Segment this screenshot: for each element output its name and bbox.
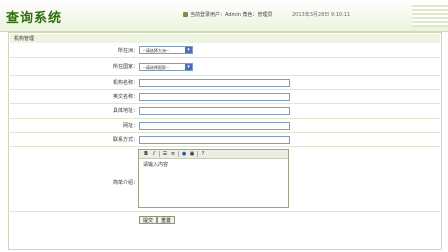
continent-select-value: --请选择大洲-- <box>143 48 169 53</box>
chevron-down-icon[interactable]: ▾ <box>185 47 192 53</box>
editor-toolbar: B I ☰ ≡ ● ▣ ? <box>139 150 288 159</box>
row-website: 网址： <box>10 119 440 133</box>
country-select-value: --请选择国家-- <box>143 65 169 70</box>
reset-button[interactable]: 重置 <box>157 216 176 224</box>
help-icon[interactable]: ? <box>200 151 206 157</box>
continent-label: 所在洲： <box>117 48 138 54</box>
row-contact: 联系方式： <box>10 133 440 147</box>
website-input[interactable] <box>139 122 290 130</box>
italic-icon[interactable]: I <box>151 151 157 157</box>
unordered-list-icon[interactable]: ≡ <box>170 151 176 157</box>
top-header: 查询系统 当前登录用户：Admin 角色：管理员 2013年3月28日 9:10… <box>0 0 448 32</box>
toolbar-divider <box>159 151 160 157</box>
english-name-label: 英文名称： <box>112 94 138 100</box>
row-country: 所在国家： --请选择国家-- ▾ <box>10 58 440 76</box>
contact-input[interactable] <box>139 136 290 144</box>
form-panel: 机构管理 所在洲： --请选择大洲-- ▾ 所在国家： --请选择国家-- ▾ … <box>8 32 442 250</box>
country-label: 所在国家： <box>112 64 138 70</box>
chevron-down-icon[interactable]: ▾ <box>185 64 192 70</box>
org-name-input[interactable] <box>139 79 290 87</box>
website-label: 网址： <box>122 123 138 129</box>
continent-select[interactable]: --请选择大洲-- ▾ <box>139 46 193 54</box>
user-icon <box>183 12 188 17</box>
org-name-label: 机构名称： <box>112 80 138 86</box>
row-continent: 所在洲： --请选择大洲-- ▾ <box>10 43 440 58</box>
submit-button[interactable]: 提交 <box>139 216 158 224</box>
link-icon[interactable]: ● <box>181 151 187 157</box>
user-info-text: 当前登录用户：Admin 角色：管理员 <box>190 12 273 18</box>
section-title: 机构管理 <box>14 36 35 42</box>
header-decoration <box>412 3 448 27</box>
section-header: 机构管理 <box>10 34 440 43</box>
app-title: 查询系统 <box>6 11 63 26</box>
row-org-name: 机构名称： <box>10 76 440 90</box>
row-address: 具体地址： <box>10 104 440 119</box>
ordered-list-icon[interactable]: ☰ <box>162 151 168 157</box>
intro-label: 简单介绍： <box>112 180 138 186</box>
user-info: 当前登录用户：Admin 角色：管理员 <box>183 11 273 18</box>
editor-content[interactable]: 请输入内容 <box>139 159 288 170</box>
contact-label: 联系方式： <box>112 137 138 143</box>
row-english-name: 英文名称： <box>10 90 440 104</box>
current-datetime: 2013年3月28日 9:10:11 <box>292 12 351 18</box>
toolbar-divider <box>197 151 198 157</box>
image-icon[interactable]: ▣ <box>189 151 195 157</box>
country-select[interactable]: --请选择国家-- ▾ <box>139 63 193 71</box>
address-label: 具体地址： <box>112 108 138 114</box>
bold-icon[interactable]: B <box>143 151 149 157</box>
rich-text-editor[interactable]: B I ☰ ≡ ● ▣ ? 请输入内容 <box>138 149 289 208</box>
english-name-input[interactable] <box>139 93 290 101</box>
toolbar-divider <box>178 151 179 157</box>
address-input[interactable] <box>139 107 290 115</box>
